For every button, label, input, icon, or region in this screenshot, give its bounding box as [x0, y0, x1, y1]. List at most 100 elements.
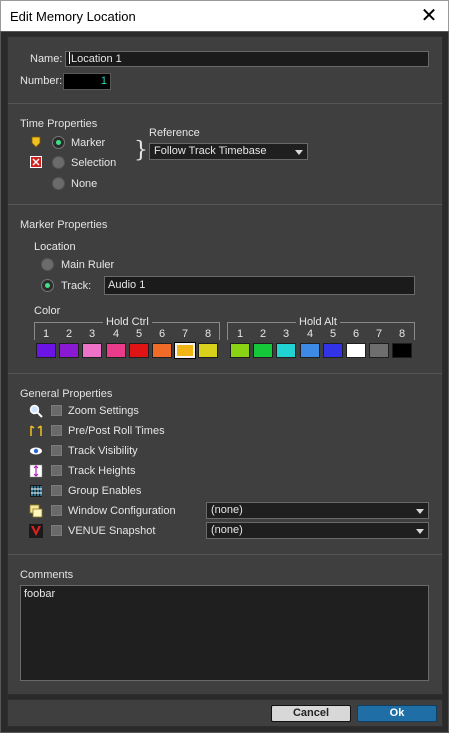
ctrl-color-number: 6 — [158, 328, 166, 340]
track-visibility-checkbox[interactable] — [51, 445, 62, 456]
selection-option-label: Selection — [71, 157, 117, 169]
alt-color-number: 1 — [236, 328, 244, 340]
track-heights-icon — [29, 464, 43, 478]
close-icon[interactable]: ✕ — [416, 4, 442, 28]
venue-icon — [29, 524, 43, 538]
name-label: Name: — [30, 53, 63, 65]
ok-button[interactable]: Ok — [357, 705, 437, 722]
hold-ctrl-label: Hold Ctrl — [103, 316, 152, 328]
ctrl-color-swatch-2[interactable] — [59, 343, 79, 358]
chevron-down-icon — [416, 509, 424, 514]
hold-alt-label: Hold Alt — [296, 316, 340, 328]
ctrl-color-swatch-4[interactable] — [106, 343, 126, 358]
alt-color-number: 7 — [375, 328, 383, 340]
marker-properties-title: Marker Properties — [20, 219, 108, 231]
number-label: Number: — [20, 75, 63, 87]
ctrl-color-number: 7 — [181, 328, 189, 340]
color-label: Color — [34, 305, 61, 317]
venue-snapshot-label: VENUE Snapshot — [68, 525, 156, 537]
general-properties-title: General Properties — [20, 388, 113, 400]
brace-icon: } — [134, 138, 148, 163]
alt-color-number: 8 — [398, 328, 406, 340]
time-properties-title: Time Properties — [20, 118, 98, 130]
group-enables-checkbox[interactable] — [51, 485, 62, 496]
number-field[interactable]: 1 — [63, 73, 111, 90]
alt-color-number: 5 — [329, 328, 337, 340]
divider — [8, 373, 442, 374]
divider — [8, 554, 442, 555]
chevron-down-icon — [416, 529, 424, 534]
chevron-down-icon — [295, 150, 303, 155]
ctrl-color-swatch-5[interactable] — [129, 343, 149, 358]
window-configuration-dropdown[interactable]: (none) — [206, 502, 429, 519]
window-configuration-label: Window Configuration — [68, 505, 176, 517]
radio-main-ruler[interactable] — [41, 258, 54, 271]
alt-color-swatch-4[interactable] — [300, 343, 320, 358]
eye-icon — [30, 447, 42, 455]
pre-post-roll-checkbox[interactable] — [51, 425, 62, 436]
preroll-icon — [30, 425, 42, 436]
group-icon — [30, 485, 42, 497]
track-label: Track: — [61, 280, 92, 292]
window-configuration-value: (none) — [211, 504, 243, 516]
comments-textarea[interactable]: foobar — [20, 585, 429, 681]
track-field[interactable]: Audio 1 — [104, 276, 415, 295]
alt-color-swatch-5[interactable] — [323, 343, 343, 358]
radio-none[interactable] — [52, 177, 65, 190]
alt-color-number: 2 — [259, 328, 267, 340]
none-option-label: None — [71, 178, 98, 190]
alt-color-swatch-8[interactable] — [392, 343, 412, 358]
selection-icon — [30, 156, 42, 168]
radio-marker[interactable] — [52, 136, 65, 149]
divider — [8, 204, 442, 205]
venue-snapshot-value: (none) — [211, 524, 243, 536]
reference-value: Follow Track Timebase — [154, 145, 267, 157]
ctrl-color-swatch-6[interactable] — [152, 343, 172, 358]
magnifier-icon — [29, 404, 43, 418]
zoom-settings-label: Zoom Settings — [68, 405, 139, 417]
alt-color-swatch-3[interactable] — [276, 343, 296, 358]
ctrl-color-swatch-7[interactable] — [174, 342, 196, 359]
window-title: Edit Memory Location — [10, 9, 136, 24]
alt-color-number: 4 — [306, 328, 314, 340]
venue-snapshot-checkbox[interactable] — [51, 525, 62, 536]
text-cursor — [69, 52, 70, 64]
venue-snapshot-dropdown[interactable]: (none) — [206, 522, 429, 539]
track-visibility-label: Track Visibility — [68, 445, 138, 457]
location-label: Location — [34, 241, 76, 253]
name-field[interactable]: Location 1 — [65, 51, 429, 67]
track-heights-checkbox[interactable] — [51, 465, 62, 476]
ctrl-color-number: 5 — [135, 328, 143, 340]
ctrl-color-swatch-1[interactable] — [36, 343, 56, 358]
ctrl-color-swatch-3[interactable] — [82, 343, 102, 358]
marker-option-label: Marker — [71, 137, 106, 149]
alt-color-swatch-6[interactable] — [346, 343, 366, 358]
radio-track[interactable] — [41, 279, 54, 292]
cancel-button[interactable]: Cancel — [271, 705, 351, 722]
ctrl-color-number: 4 — [112, 328, 120, 340]
group-enables-label: Group Enables — [68, 485, 142, 497]
ctrl-color-swatch-8[interactable] — [198, 343, 218, 358]
alt-color-swatch-1[interactable] — [230, 343, 250, 358]
radio-selection[interactable] — [52, 156, 65, 169]
comments-title: Comments — [20, 569, 74, 581]
window-config-icon — [29, 504, 43, 518]
alt-color-swatch-7[interactable] — [369, 343, 389, 358]
track-heights-label: Track Heights — [68, 465, 136, 477]
reference-dropdown[interactable]: Follow Track Timebase — [149, 143, 308, 160]
ctrl-color-number: 1 — [42, 328, 50, 340]
divider — [8, 103, 442, 104]
marker-icon — [31, 136, 41, 148]
pre-post-roll-label: Pre/Post Roll Times — [68, 425, 165, 437]
ctrl-color-number: 2 — [65, 328, 73, 340]
name-value: Location 1 — [71, 53, 122, 65]
alt-color-number: 6 — [352, 328, 360, 340]
reference-label: Reference — [149, 127, 200, 139]
ctrl-color-number: 8 — [204, 328, 212, 340]
ctrl-color-number: 3 — [88, 328, 96, 340]
title-bar: Edit Memory Location ✕ — [0, 0, 449, 31]
main-ruler-label: Main Ruler — [61, 259, 115, 271]
zoom-settings-checkbox[interactable] — [51, 405, 62, 416]
alt-color-swatch-2[interactable] — [253, 343, 273, 358]
window-configuration-checkbox[interactable] — [51, 505, 62, 516]
